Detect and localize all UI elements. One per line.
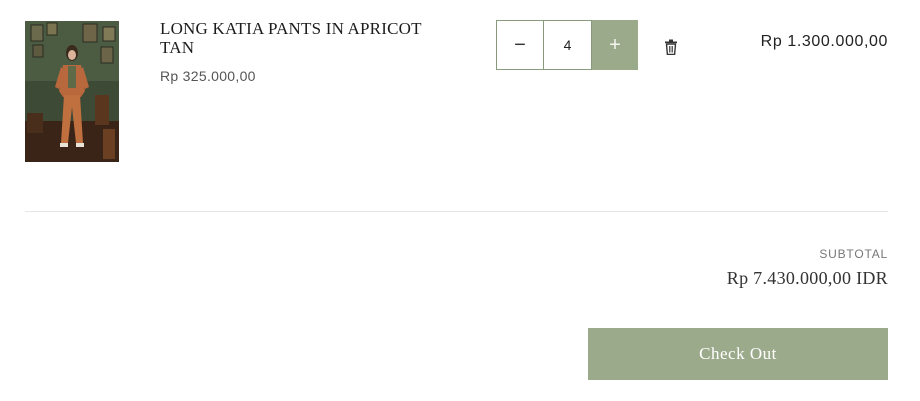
decrease-quantity-button[interactable]: − (496, 20, 543, 70)
divider (25, 211, 888, 212)
minus-icon: − (514, 34, 526, 56)
line-total: Rp 1.300.000,00 (760, 33, 888, 50)
trash-icon (665, 39, 677, 56)
checkout-button[interactable]: Check Out (588, 328, 888, 380)
quantity-input[interactable] (543, 20, 592, 70)
remove-item-button[interactable] (664, 39, 678, 56)
subtotal-label: SUBTOTAL (819, 247, 888, 261)
product-photo (25, 21, 119, 162)
cart-item-row: LONG KATIA PANTS IN APRICOT TAN Rp 325.0… (0, 0, 920, 212)
product-title[interactable]: LONG KATIA PANTS IN APRICOT TAN (160, 19, 450, 57)
plus-icon: + (609, 34, 621, 56)
subtotal-value: Rp 7.430.000,00 IDR (726, 268, 888, 288)
unit-price: Rp 325.000,00 (160, 68, 256, 84)
product-image[interactable] (25, 21, 119, 162)
quantity-stepper: − + (496, 20, 638, 70)
increase-quantity-button[interactable]: + (592, 20, 638, 70)
